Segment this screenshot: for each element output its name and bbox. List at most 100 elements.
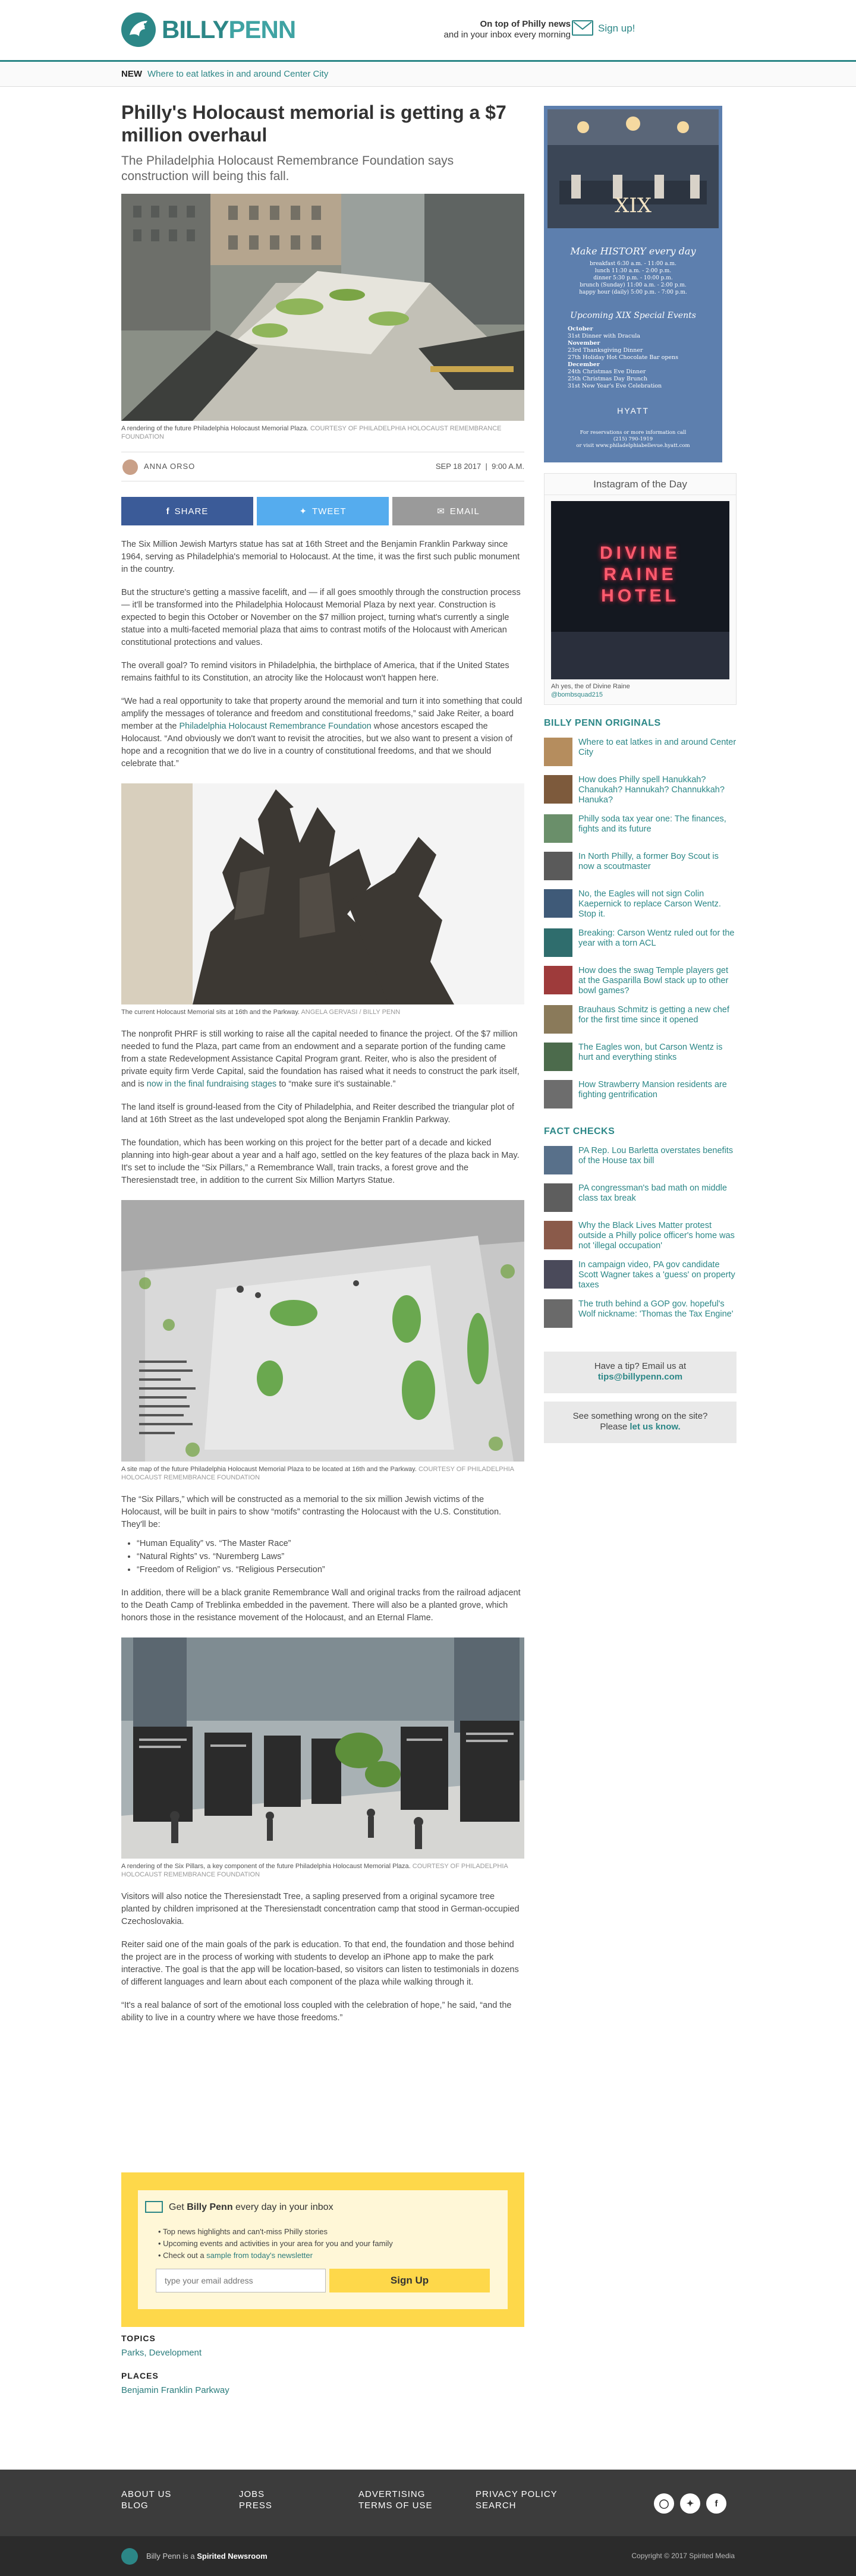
list-item-link[interactable]: How does Philly spell Hanukkah? Chanukah…	[578, 775, 737, 805]
list-item[interactable]: The Eagles won, but Carson Wentz is hurt…	[544, 1043, 737, 1071]
list-item-link[interactable]: Where to eat latkes in and around Center…	[578, 738, 737, 758]
place-link[interactable]: Benjamin Franklin Parkway	[121, 2385, 524, 2395]
site-header: BILLY PENN On top of Philly news and in y…	[0, 0, 856, 62]
thumbnail	[544, 738, 572, 766]
list-item-link[interactable]: No, the Eagles will not sign Colin Kaepe…	[578, 889, 737, 919]
footer-search-link[interactable]: SEARCH	[476, 2500, 558, 2511]
list-item[interactable]: How does the swag Temple players get at …	[544, 966, 737, 996]
ad-event-line: 31st Dinner with Dracula	[568, 333, 640, 339]
list-item-link[interactable]: The truth behind a GOP gov. hopeful's Wo…	[578, 1299, 737, 1320]
new-link[interactable]: Where to eat latkes in and around Center…	[147, 69, 328, 79]
author-avatar[interactable]	[122, 459, 138, 475]
footer-tagline: Billy Penn is a Spirited Newsroom	[146, 2552, 268, 2561]
instagram-handle[interactable]: @bombsquad215	[545, 690, 736, 704]
list-item[interactable]: Brauhaus Schmitz is getting a new chef f…	[544, 1005, 737, 1034]
hyatt-ad[interactable]: XIX Make HISTORY every day breakfast 6:3…	[544, 106, 722, 462]
list-item: • Upcoming events and activities in your…	[158, 2239, 393, 2248]
footer-privacy-link[interactable]: PRIVACY POLICY	[476, 2489, 558, 2500]
list-item-link[interactable]: Philly soda tax year one: The finances, …	[578, 814, 737, 834]
author-name[interactable]: ANNA ORSO	[144, 462, 195, 471]
ad-event-line: 27th Holiday Hot Chocolate Bar opens	[568, 354, 679, 361]
six-pillars-list: “Human Equality” vs. “The Master Race” “…	[137, 1537, 524, 1576]
hero-caption: A rendering of the future Philadelphia H…	[121, 424, 524, 441]
facebook-share-button[interactable]: f SHARE	[121, 497, 253, 525]
sidebar: XIX Make HISTORY every day breakfast 6:3…	[544, 106, 737, 1443]
list-item[interactable]: How Strawberry Mansion residents are fig…	[544, 1080, 737, 1109]
six-pillars-caption: A rendering of the Six Pillars, a key co…	[121, 1862, 524, 1879]
thumbnail	[544, 1183, 572, 1212]
newsletter-heading-brand: Billy Penn	[187, 2202, 233, 2212]
newsletter-heading: Get Billy Penn every day in your inbox	[145, 2201, 333, 2213]
hero-image[interactable]	[121, 194, 524, 421]
thumbnail	[544, 775, 572, 804]
thumbnail	[544, 1221, 572, 1249]
instagram-icon[interactable]: ◯	[654, 2493, 674, 2514]
paragraph-8: The “Six Pillars,” which will be constru…	[121, 1495, 502, 1529]
footer-jobs-link[interactable]: JOBS	[239, 2489, 272, 2500]
list-item[interactable]: PA Rep. Lou Barletta overstates benefits…	[544, 1146, 737, 1174]
list-item-link[interactable]: Breaking: Carson Wentz ruled out for the…	[578, 928, 737, 949]
newsletter-promo-line1: On top of Philly news	[480, 19, 571, 29]
ad-hours: breakfast 6:30 a.m. - 11:00 a.m. lunch 1…	[544, 260, 722, 296]
email-share-button[interactable]: ✉ EMAIL	[392, 497, 524, 525]
envelope-icon[interactable]	[572, 20, 593, 36]
tip-email-link[interactable]: tips@billypenn.com	[598, 1372, 682, 1382]
site-map-image[interactable]	[121, 1200, 524, 1462]
sample-newsletter-link[interactable]: sample from today's newsletter	[206, 2251, 313, 2260]
ad-hours-line: dinner 5:30 p.m. - 10:00 p.m.	[593, 275, 673, 281]
paragraph-4: “We had a real opportunity to take that …	[121, 695, 524, 770]
footer-advertising-link[interactable]: ADVERTISING	[358, 2489, 433, 2500]
newsletter-signup-button[interactable]: Sign Up	[329, 2269, 490, 2292]
footer-blog-link[interactable]: BLOG	[121, 2500, 171, 2511]
list-item[interactable]: Where to eat latkes in and around Center…	[544, 738, 737, 766]
new-label: NEW	[121, 69, 142, 79]
spirited-newsroom-link[interactable]: Spirited Newsroom	[197, 2552, 267, 2561]
list-item-link[interactable]: Why the Black Lives Matter protest outsi…	[578, 1221, 737, 1251]
list-item-link[interactable]: PA congressman's bad math on middle clas…	[578, 1183, 737, 1204]
list-item-link[interactable]: PA Rep. Lou Barletta overstates benefits…	[578, 1146, 737, 1166]
list-item[interactable]: The truth behind a GOP gov. hopeful's Wo…	[544, 1299, 737, 1328]
list-item[interactable]: How does Philly spell Hanukkah? Chanukah…	[544, 775, 737, 805]
list-item-link[interactable]: In North Philly, a former Boy Scout is n…	[578, 852, 737, 872]
footer-about-link[interactable]: ABOUT US	[121, 2489, 171, 2500]
list-item-link[interactable]: Brauhaus Schmitz is getting a new chef f…	[578, 1005, 737, 1025]
site-map-caption-text: A site map of the future Philadelphia Ho…	[121, 1466, 417, 1473]
list-item-link[interactable]: The Eagles won, but Carson Wentz is hurt…	[578, 1043, 737, 1063]
neon-sign-line3: HOTEL	[601, 586, 679, 606]
list-item[interactable]: Why the Black Lives Matter protest outsi…	[544, 1221, 737, 1251]
twitter-icon[interactable]: ✦	[680, 2493, 700, 2514]
billy-penn-logo[interactable]: BILLY PENN	[121, 12, 296, 47]
newsletter-promo-line2: and in your inbox every morning	[443, 30, 571, 40]
list-item[interactable]: In North Philly, a former Boy Scout is n…	[544, 852, 737, 880]
list-item[interactable]: No, the Eagles will not sign Colin Kaepe…	[544, 889, 737, 919]
list-item-link[interactable]: In campaign video, PA gov candidate Scot…	[578, 1260, 737, 1290]
ad-events-title: Upcoming XIX Special Events	[570, 311, 696, 320]
footer-col-3: ADVERTISING TERMS OF USE	[358, 2489, 433, 2511]
facebook-icon[interactable]: f	[706, 2493, 726, 2514]
tip-line: Have a tip? Email us at	[594, 1361, 687, 1371]
instagram-image[interactable]: DIVINE RAINE HOTEL	[551, 501, 729, 679]
thumbnail	[544, 814, 572, 843]
signup-link[interactable]: Sign up!	[598, 23, 635, 34]
fundraising-link[interactable]: now in the final fundraising stages	[147, 1079, 276, 1089]
list-item[interactable]: PA congressman's bad math on middle clas…	[544, 1183, 737, 1212]
topics-links[interactable]: Parks, Development	[121, 2348, 524, 2358]
thumbnail	[544, 1005, 572, 1034]
list-item-text: Upcoming events and activities in your a…	[163, 2239, 393, 2248]
footer-terms-link[interactable]: TERMS OF USE	[358, 2500, 433, 2511]
article-title: Philly's Holocaust memorial is getting a…	[121, 102, 506, 146]
hero-caption-text: A rendering of the future Philadelphia H…	[121, 425, 309, 432]
footer-press-link[interactable]: PRESS	[239, 2500, 272, 2511]
list-item[interactable]: Breaking: Carson Wentz ruled out for the…	[544, 928, 737, 957]
list-item[interactable]: In campaign video, PA gov candidate Scot…	[544, 1260, 737, 1290]
statue-image[interactable]	[121, 783, 524, 1004]
list-item-link[interactable]: How Strawberry Mansion residents are fig…	[578, 1080, 737, 1100]
phrf-link[interactable]: Philadelphia Holocaust Remembrance Found…	[180, 722, 372, 731]
twitter-share-button[interactable]: ✦ TWEET	[257, 497, 389, 525]
six-pillars-image[interactable]	[121, 1637, 524, 1859]
ad-brand: HYATT	[617, 406, 649, 415]
list-item-link[interactable]: How does the swag Temple players get at …	[578, 966, 737, 996]
let-us-know-link[interactable]: let us know.	[630, 1422, 680, 1432]
list-item[interactable]: Philly soda tax year one: The finances, …	[544, 814, 737, 843]
newsletter-email-input[interactable]	[156, 2269, 326, 2292]
